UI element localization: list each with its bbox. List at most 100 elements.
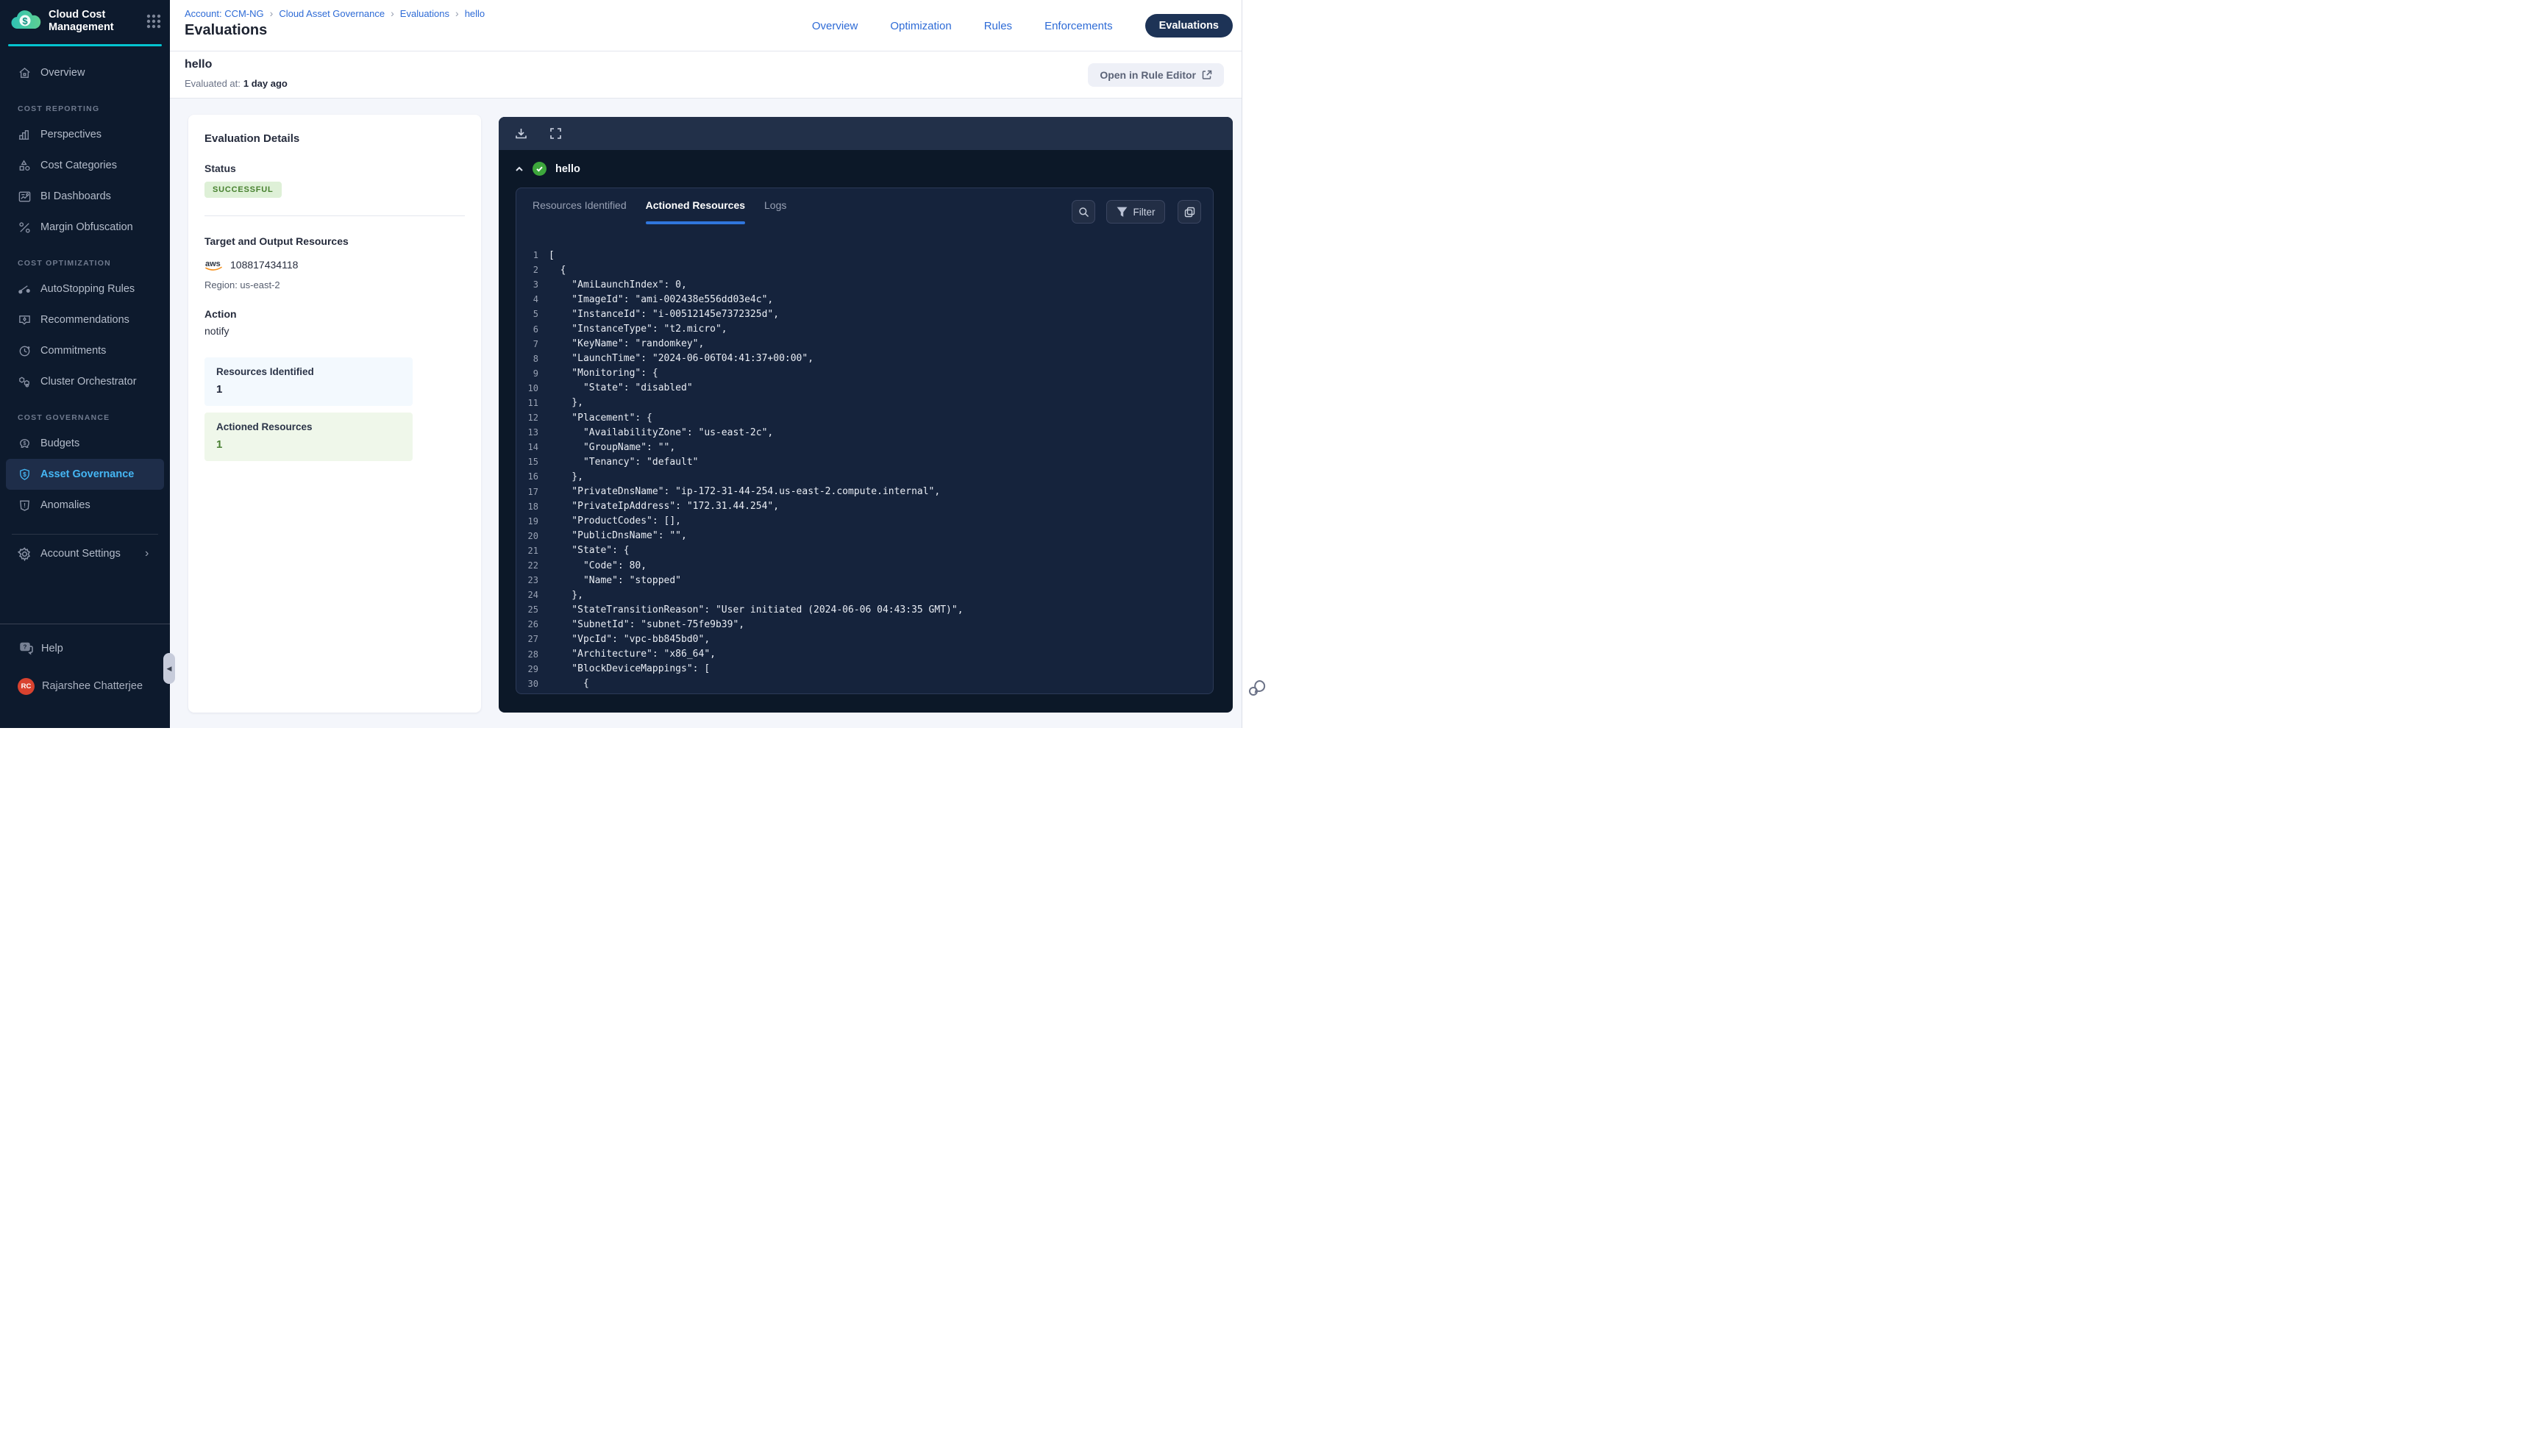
evaluation-name: hello xyxy=(185,58,212,71)
line-number: 26 xyxy=(516,619,538,629)
line-number: 15 xyxy=(516,457,538,467)
sidebar-item-bi-dashboards[interactable]: BI Dashboards xyxy=(0,181,170,212)
sidebar-item-account-settings[interactable]: Account Settings › xyxy=(0,538,170,569)
line-number: 24 xyxy=(516,590,538,600)
code-text: "PublicDnsName": "", xyxy=(549,530,687,541)
code-line: 21 "State": { xyxy=(516,543,1213,558)
region-text: Region: us-east-2 xyxy=(204,279,465,290)
brand: $ Cloud Cost Management xyxy=(10,9,163,34)
nav-link-rules[interactable]: Rules xyxy=(984,20,1012,32)
chevron-right-icon: › xyxy=(145,547,149,560)
tab-actioned-resources[interactable]: Actioned Resources xyxy=(646,199,745,224)
actioned-resources-counter: Actioned Resources 1 xyxy=(204,413,413,461)
code-text: "State": { xyxy=(549,545,630,556)
fullscreen-icon[interactable] xyxy=(549,127,562,140)
nav-link-optimization[interactable]: Optimization xyxy=(890,20,951,32)
line-number: 21 xyxy=(516,546,538,556)
svg-text:?: ? xyxy=(24,644,27,651)
json-code-viewer[interactable]: 1[2 {3 "AmiLaunchIndex": 0,4 "ImageId": … xyxy=(516,229,1213,691)
sidebar-item-recommendations[interactable]: Recommendations xyxy=(0,304,170,335)
sidebar-item-perspectives[interactable]: Perspectives xyxy=(0,119,170,150)
line-number: 16 xyxy=(516,471,538,482)
viewer-tabs: Resources Identified Actioned Resources Lo… xyxy=(516,188,1213,229)
search-button[interactable] xyxy=(1072,200,1095,224)
code-text: "GroupName": "", xyxy=(549,442,675,453)
evaluation-details-card: Evaluation Details Status SUCCESSFUL Tar… xyxy=(188,115,481,713)
download-icon[interactable] xyxy=(515,127,527,140)
filter-label: Filter xyxy=(1133,207,1156,218)
line-number: 2 xyxy=(516,265,538,275)
module-grid-icon[interactable] xyxy=(145,13,163,30)
target-resources-title: Target and Output Resources xyxy=(204,235,465,247)
code-text: "ProductCodes": [], xyxy=(549,515,681,527)
account-settings-label: Account Settings xyxy=(40,548,121,560)
aws-logo-icon: aws xyxy=(204,258,224,271)
card-divider xyxy=(204,215,465,216)
sidebar-item-overview[interactable]: Overview xyxy=(0,57,170,88)
code-line: 4 "ImageId": "ami-002438e556dd03e4c", xyxy=(516,292,1213,307)
line-number: 12 xyxy=(516,413,538,423)
sidebar-item-anomalies[interactable]: !Anomalies xyxy=(0,490,170,521)
sidebar-item-commitments[interactable]: Commitments xyxy=(0,335,170,366)
sidebar-item-help[interactable]: ? Help xyxy=(0,633,170,664)
filter-button[interactable]: Filter xyxy=(1106,200,1165,224)
right-gutter xyxy=(1242,0,1271,728)
hexagons-icon xyxy=(18,375,32,389)
gear-icon xyxy=(18,547,32,561)
sidebar-user[interactable]: RC Rajarshee Chatterjee xyxy=(0,671,170,702)
aws-account-id: 108817434118 xyxy=(230,259,298,271)
code-line: 1[ xyxy=(516,248,1213,263)
nav-link-enforcements[interactable]: Enforcements xyxy=(1044,20,1113,32)
evaluated-at-label: Evaluated at: xyxy=(185,78,241,89)
sidebar-item-margin-obfuscation[interactable]: Margin Obfuscation xyxy=(0,212,170,243)
breadcrumb-separator-icon: › xyxy=(391,7,394,19)
sidebar: $ Cloud Cost Management Overview COST REP… xyxy=(0,0,170,728)
breadcrumb-link[interactable]: Account: CCM-NG xyxy=(185,8,264,19)
help-label: Help xyxy=(41,643,63,654)
sidebar-item-cluster-orchestrator[interactable]: Cluster Orchestrator xyxy=(0,366,170,397)
search-icon xyxy=(1078,207,1089,218)
line-number: 8 xyxy=(516,354,538,364)
code-text: }, xyxy=(549,397,583,408)
sidebar-item-asset-governance[interactable]: $Asset Governance xyxy=(6,459,164,490)
bar-chart-icon xyxy=(18,128,32,142)
topbar: Account: CCM-NG›Cloud Asset Governance›E… xyxy=(170,0,1242,51)
breadcrumb-link[interactable]: Evaluations xyxy=(400,8,449,19)
sidebar-section-label: COST OPTIMIZATION xyxy=(0,253,170,274)
code-text: "AvailabilityZone": "us-east-2c", xyxy=(549,427,773,438)
sidebar-section-label: COST REPORTING xyxy=(0,99,170,119)
code-line: 10 "State": "disabled" xyxy=(516,381,1213,396)
svg-text:!: ! xyxy=(24,501,26,508)
tab-resources-identified[interactable]: Resources Identified xyxy=(533,199,627,224)
code-text: "BlockDeviceMappings": [ xyxy=(549,663,710,674)
copy-button[interactable] xyxy=(1178,200,1201,224)
code-line: 2 { xyxy=(516,263,1213,277)
code-line: 28 "Architecture": "x86_64", xyxy=(516,647,1213,662)
code-line: 13 "AvailabilityZone": "us-east-2c", xyxy=(516,425,1213,440)
sidebar-item-cost-categories[interactable]: Cost Categories xyxy=(0,150,170,181)
chevron-up-icon[interactable] xyxy=(515,165,524,174)
breadcrumb-link[interactable]: Cloud Asset Governance xyxy=(279,8,385,19)
sidebar-item-budgets[interactable]: $Budgets xyxy=(0,428,170,459)
action-label: Action xyxy=(204,308,465,320)
support-chat-icon[interactable] xyxy=(1247,678,1267,698)
percent-icon xyxy=(18,221,32,235)
collapse-arrow-icon: ◀ xyxy=(167,665,172,673)
code-line: 30 { xyxy=(516,677,1213,691)
tab-logs[interactable]: Logs xyxy=(764,199,786,224)
dashboard-icon xyxy=(18,190,32,204)
line-number: 14 xyxy=(516,442,538,452)
sidebar-item-label: Perspectives xyxy=(40,129,102,140)
code-line: 6 "InstanceType": "t2.micro", xyxy=(516,321,1213,336)
sidebar-collapse-handle[interactable]: ◀ xyxy=(163,653,175,684)
breadcrumb-link[interactable]: hello xyxy=(465,8,485,19)
evaluation-row[interactable]: hello xyxy=(499,150,1233,188)
svg-text:aws: aws xyxy=(205,260,221,268)
open-in-rule-editor-button[interactable]: Open in Rule Editor xyxy=(1088,63,1224,87)
actioned-resources-value: 1 xyxy=(216,438,401,451)
nav-link-overview[interactable]: Overview xyxy=(812,20,858,32)
copy-icon xyxy=(1184,207,1195,218)
sidebar-item-autostopping-rules[interactable]: AutoStopping Rules xyxy=(0,274,170,304)
nav-link-evaluations[interactable]: Evaluations xyxy=(1145,14,1233,38)
line-number: 25 xyxy=(516,604,538,615)
